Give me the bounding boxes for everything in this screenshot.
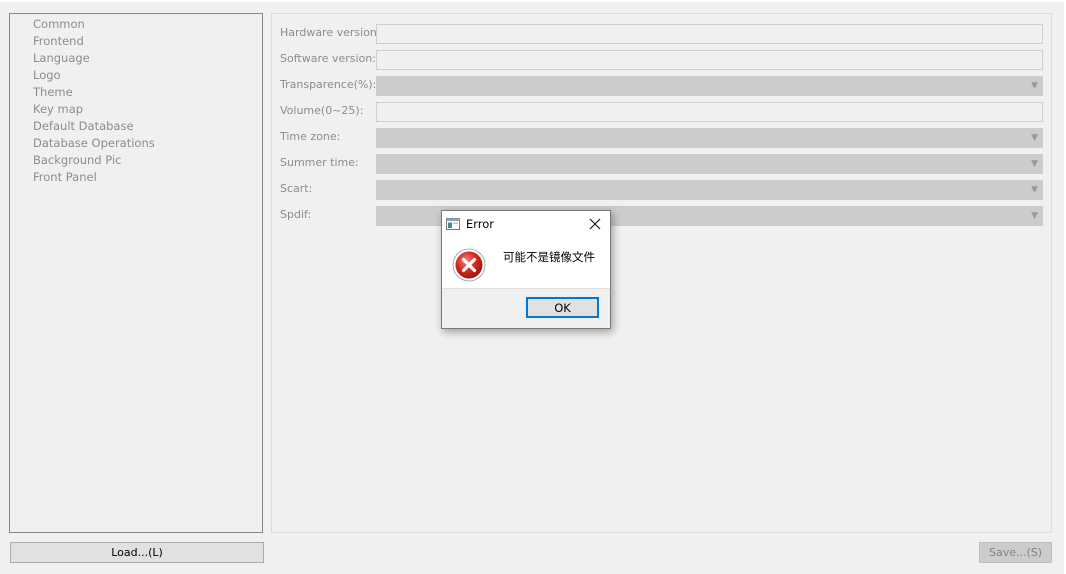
- app-window-icon: [446, 218, 460, 230]
- top-edge: [0, 0, 1066, 2]
- volume-row: Volume(0~25):: [272, 102, 1053, 122]
- sidebar-item-default-database[interactable]: Default Database: [33, 119, 155, 136]
- error-icon: [452, 248, 486, 282]
- sidebar-item-front-panel[interactable]: Front Panel: [33, 170, 155, 187]
- scart-row: Scart: ▼: [272, 180, 1053, 200]
- app-window: Common Frontend Language Logo Theme Key …: [0, 0, 1066, 574]
- sidebar-item-frontend[interactable]: Frontend: [33, 34, 155, 51]
- software-version-label: Software version:: [280, 52, 376, 65]
- chevron-down-icon: ▼: [1031, 133, 1038, 143]
- time-zone-select[interactable]: ▼: [376, 128, 1043, 148]
- sidebar-item-language[interactable]: Language: [33, 51, 155, 68]
- chevron-down-icon: ▼: [1031, 211, 1038, 221]
- sidebar-item-database-operations[interactable]: Database Operations: [33, 136, 155, 153]
- dialog-titlebar[interactable]: Error: [442, 211, 610, 238]
- software-version-input[interactable]: [376, 50, 1043, 70]
- sidebar-item-logo[interactable]: Logo: [33, 68, 155, 85]
- scart-select[interactable]: ▼: [376, 180, 1043, 200]
- dialog-title: Error: [466, 217, 495, 231]
- scart-label: Scart:: [280, 182, 313, 195]
- close-icon[interactable]: [588, 217, 602, 231]
- transparence-select[interactable]: ▼: [376, 76, 1043, 96]
- dialog-footer: OK: [442, 288, 610, 328]
- chevron-down-icon: ▼: [1031, 159, 1038, 169]
- software-version-row: Software version:: [272, 50, 1053, 70]
- summer-time-label: Summer time:: [280, 156, 359, 169]
- time-zone-label: Time zone:: [280, 130, 341, 143]
- volume-input[interactable]: [376, 102, 1043, 122]
- summer-time-row: Summer time: ▼: [272, 154, 1053, 174]
- category-items: Common Frontend Language Logo Theme Key …: [33, 17, 155, 187]
- spdif-label: Spdif:: [280, 208, 312, 221]
- chevron-down-icon: ▼: [1031, 81, 1038, 91]
- spdif-row: Spdif: ▼: [272, 206, 1053, 226]
- hardware-version-row: Hardware version:: [272, 24, 1053, 44]
- ok-button[interactable]: OK: [526, 297, 599, 318]
- load-button[interactable]: Load...(L): [10, 542, 264, 563]
- chevron-down-icon: ▼: [1031, 185, 1038, 195]
- volume-label: Volume(0~25):: [280, 104, 364, 117]
- dialog-message: 可能不是镜像文件: [503, 250, 595, 264]
- settings-category-list[interactable]: Common Frontend Language Logo Theme Key …: [9, 13, 263, 533]
- transparence-row: Transparence(%): ▼: [272, 76, 1053, 96]
- settings-form-panel: Hardware version: Software version: Tran…: [271, 13, 1052, 533]
- transparence-label: Transparence(%):: [280, 78, 377, 91]
- sidebar-item-common[interactable]: Common: [33, 17, 155, 34]
- time-zone-row: Time zone: ▼: [272, 128, 1053, 148]
- save-button[interactable]: Save...(S): [979, 542, 1052, 563]
- error-dialog: Error 可能不是镜像文件 OK: [441, 210, 611, 329]
- hardware-version-input[interactable]: [376, 24, 1043, 44]
- sidebar-item-theme[interactable]: Theme: [33, 85, 155, 102]
- dialog-body: 可能不是镜像文件: [442, 238, 610, 288]
- hardware-version-label: Hardware version:: [280, 26, 381, 39]
- summer-time-select[interactable]: ▼: [376, 154, 1043, 174]
- sidebar-item-key-map[interactable]: Key map: [33, 102, 155, 119]
- sidebar-item-background-pic[interactable]: Background Pic: [33, 153, 155, 170]
